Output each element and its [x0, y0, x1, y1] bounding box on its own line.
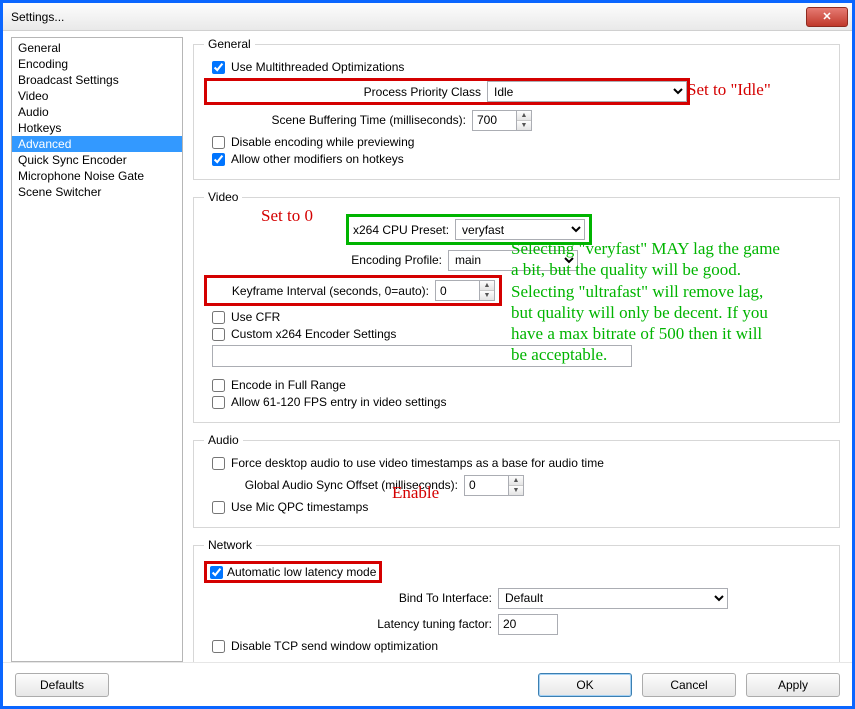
mic-qpc-checkbox[interactable]: [212, 501, 225, 514]
profile-label: Encoding Profile:: [204, 253, 442, 267]
sidebar-item-quick-sync-encoder[interactable]: Quick Sync Encoder: [12, 152, 182, 168]
custom-x264-checkbox[interactable]: [212, 328, 225, 341]
force-timestamps-label: Force desktop audio to use video timesta…: [231, 456, 604, 470]
defaults-button[interactable]: Defaults: [15, 673, 109, 697]
sidebar-item-general[interactable]: General: [12, 40, 182, 56]
sidebar-item-encoding[interactable]: Encoding: [12, 56, 182, 72]
chevron-up-icon: ▲: [480, 281, 494, 291]
low-latency-label: Automatic low latency mode: [227, 565, 376, 579]
multithread-label: Use Multithreaded Optimizations: [231, 60, 404, 74]
latency-factor-label: Latency tuning factor:: [204, 617, 492, 631]
settings-window: Settings... ✕ GeneralEncodingBroadcast S…: [3, 3, 852, 706]
chevron-down-icon: ▼: [480, 291, 494, 300]
latency-factor-input[interactable]: [498, 614, 558, 635]
custom-x264-label: Custom x264 Encoder Settings: [231, 327, 396, 341]
keyframe-input[interactable]: [435, 280, 479, 301]
buffering-spinner[interactable]: ▲▼: [516, 110, 532, 131]
close-button[interactable]: ✕: [806, 7, 848, 27]
priority-label: Process Priority Class: [207, 85, 487, 99]
buffering-input[interactable]: [472, 110, 516, 131]
sidebar-item-microphone-noise-gate[interactable]: Microphone Noise Gate: [12, 168, 182, 184]
chevron-down-icon: ▼: [517, 121, 531, 130]
allow-modifiers-label: Allow other modifiers on hotkeys: [231, 152, 404, 166]
buffering-input-wrap: ▲▼: [472, 110, 532, 131]
sidebar-item-broadcast-settings[interactable]: Broadcast Settings: [12, 72, 182, 88]
preset-label: x264 CPU Preset:: [353, 223, 455, 237]
cancel-button[interactable]: Cancel: [642, 673, 736, 697]
sidebar[interactable]: GeneralEncodingBroadcast SettingsVideoAu…: [11, 37, 183, 662]
disable-tcp-label: Disable TCP send window optimization: [231, 639, 438, 653]
disable-preview-checkbox[interactable]: [212, 136, 225, 149]
apply-button[interactable]: Apply: [746, 673, 840, 697]
cfr-checkbox[interactable]: [212, 311, 225, 324]
disable-tcp-checkbox[interactable]: [212, 640, 225, 653]
bind-label: Bind To Interface:: [204, 591, 492, 605]
main-panel: General Use Multithreaded Optimizations …: [193, 37, 844, 662]
group-general: General Use Multithreaded Optimizations …: [193, 37, 840, 180]
group-video: Video x264 CPU Preset: veryfast Encoding…: [193, 190, 840, 423]
multithread-checkbox[interactable]: [212, 61, 225, 74]
sync-offset-input[interactable]: [464, 475, 508, 496]
sync-offset-label: Global Audio Sync Offset (milliseconds):: [204, 478, 458, 492]
ok-button[interactable]: OK: [538, 673, 632, 697]
chevron-down-icon: ▼: [509, 486, 523, 495]
allow-modifiers-checkbox[interactable]: [212, 153, 225, 166]
sidebar-item-audio[interactable]: Audio: [12, 104, 182, 120]
sidebar-item-hotkeys[interactable]: Hotkeys: [12, 120, 182, 136]
chevron-up-icon: ▲: [517, 111, 531, 121]
titlebar: Settings... ✕: [3, 3, 852, 31]
window-title: Settings...: [11, 10, 806, 24]
chevron-up-icon: ▲: [509, 476, 523, 486]
allow-fps-label: Allow 61-120 FPS entry in video settings: [231, 395, 446, 409]
priority-select[interactable]: Idle: [487, 81, 687, 102]
group-general-legend: General: [204, 37, 255, 51]
disable-preview-label: Disable encoding while previewing: [231, 135, 414, 149]
group-network-legend: Network: [204, 538, 256, 552]
profile-select[interactable]: main: [448, 250, 578, 271]
footer: Defaults OK Cancel Apply: [3, 662, 852, 706]
force-timestamps-checkbox[interactable]: [212, 457, 225, 470]
cfr-label: Use CFR: [231, 310, 280, 324]
close-icon: ✕: [822, 10, 831, 23]
full-range-label: Encode in Full Range: [231, 378, 346, 392]
keyframe-spinner[interactable]: ▲▼: [479, 280, 495, 301]
allow-fps-checkbox[interactable]: [212, 396, 225, 409]
group-network: Network Automatic low latency mode Bind …: [193, 538, 840, 662]
sync-offset-spinner[interactable]: ▲▼: [508, 475, 524, 496]
sidebar-item-scene-switcher[interactable]: Scene Switcher: [12, 184, 182, 200]
group-video-legend: Video: [204, 190, 242, 204]
custom-x264-text[interactable]: [212, 345, 632, 367]
group-audio: Audio Force desktop audio to use video t…: [193, 433, 840, 528]
keyframe-label: Keyframe Interval (seconds, 0=auto):: [211, 284, 435, 298]
full-range-checkbox[interactable]: [212, 379, 225, 392]
group-audio-legend: Audio: [204, 433, 243, 447]
sidebar-item-video[interactable]: Video: [12, 88, 182, 104]
bind-select[interactable]: Default: [498, 588, 728, 609]
preset-select[interactable]: veryfast: [455, 219, 585, 240]
sidebar-item-advanced[interactable]: Advanced: [12, 136, 182, 152]
buffering-label: Scene Buffering Time (milliseconds):: [204, 113, 466, 127]
mic-qpc-label: Use Mic QPC timestamps: [231, 500, 368, 514]
low-latency-checkbox[interactable]: [210, 566, 223, 579]
